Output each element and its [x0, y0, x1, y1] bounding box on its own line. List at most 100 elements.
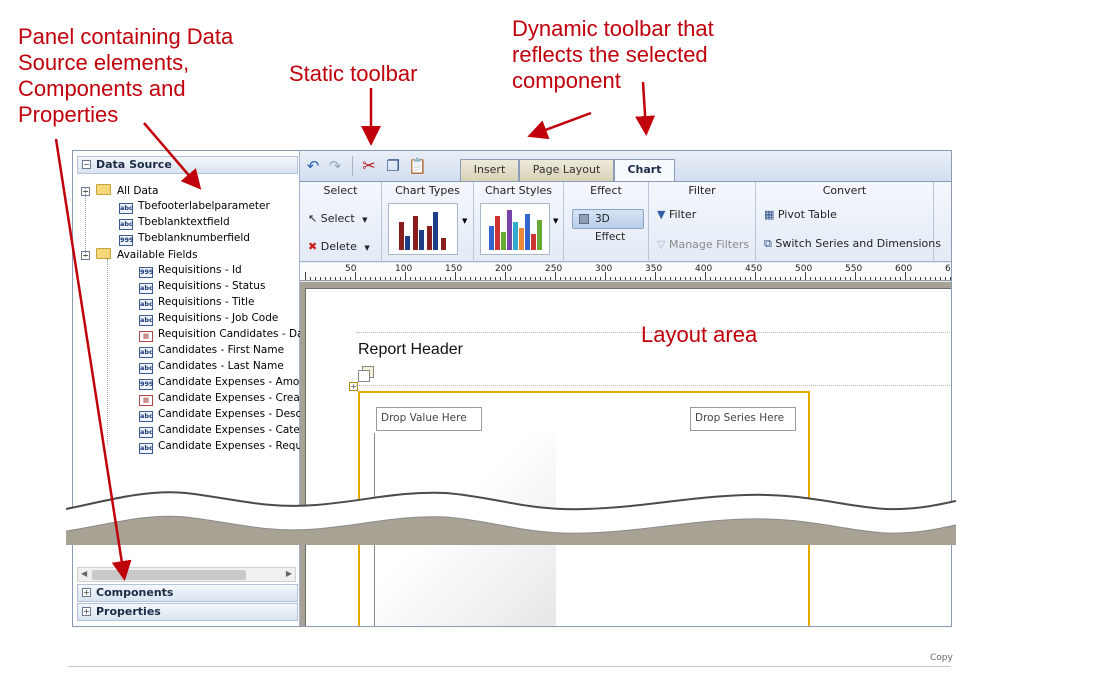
- scroll-thumb[interactable]: [92, 570, 246, 580]
- tab-chart[interactable]: Chart: [614, 159, 675, 182]
- drop-series-zone[interactable]: Drop Series Here: [690, 407, 796, 431]
- tree-item[interactable]: abc Requisitions - Title: [139, 296, 254, 312]
- components-label: Components: [96, 586, 174, 599]
- report-header-title[interactable]: Report Header: [358, 341, 463, 359]
- text-field-icon: abc: [119, 219, 133, 230]
- tree-item[interactable]: − All Data: [81, 184, 158, 200]
- tree-item[interactable]: ▦ Requisition Candidates - Da: [139, 328, 304, 344]
- tree-item[interactable]: 999 Candidate Expenses - Amou: [139, 376, 306, 392]
- delete-label: Delete: [320, 240, 357, 253]
- paste-icon[interactable]: 📋: [408, 157, 427, 175]
- select-button[interactable]: ↖ Select ▼: [308, 212, 368, 225]
- ruler-tick: [585, 277, 586, 280]
- ruler-tick: [445, 277, 446, 280]
- tree-item[interactable]: abc Candidate Expenses - Requ: [139, 440, 302, 456]
- ruler-label: 450: [745, 264, 763, 274]
- chart-types-gallery[interactable]: [388, 203, 458, 255]
- collapse-icon[interactable]: −: [82, 160, 91, 169]
- ruler-tick: [870, 277, 871, 280]
- ruler-label: 200: [495, 264, 513, 274]
- expand-icon[interactable]: +: [82, 588, 91, 597]
- components-header[interactable]: + Components: [77, 584, 298, 602]
- ruler-label: 300: [595, 264, 613, 274]
- ruler-tick: [685, 277, 686, 280]
- dropdown-arrow-icon[interactable]: ▼: [364, 244, 369, 252]
- ruler-tick: [660, 277, 661, 280]
- ruler-tick: [580, 277, 581, 280]
- arrow-to-tabs: [527, 111, 592, 140]
- tree-item[interactable]: − Available Fields: [81, 248, 198, 264]
- ruler-tick: [860, 277, 861, 280]
- ruler-tick: [915, 277, 916, 280]
- ruler-tick: [625, 277, 626, 280]
- ruler-tick: [690, 277, 691, 280]
- ruler: 50 100 150 200 250 300 350 400 450 500 550 600 6: [300, 263, 951, 281]
- delete-button[interactable]: ✖ Delete ▼: [308, 240, 370, 253]
- ruler-tick: [520, 277, 521, 280]
- tree-item[interactable]: abc Tbefooterlabelparameter: [119, 200, 270, 216]
- text-field-icon: abc: [139, 411, 153, 422]
- collapse-icon[interactable]: −: [81, 251, 90, 260]
- ruler-tick: [935, 277, 936, 280]
- redo-icon[interactable]: ↷: [326, 157, 344, 175]
- pivot-table-button[interactable]: ▦ Pivot Table: [764, 208, 837, 221]
- chart-types-dropdown-icon[interactable]: ▼: [462, 217, 467, 225]
- switch-series-label: Switch Series and Dimensions: [775, 237, 941, 250]
- ruler-tick: [825, 277, 826, 280]
- filter-button[interactable]: ▼ Filter: [657, 208, 696, 221]
- group-title-convert: Convert: [822, 184, 867, 197]
- data-source-header[interactable]: − Data Source: [77, 156, 298, 174]
- switch-series-button[interactable]: ⧉ Switch Series and Dimensions: [764, 237, 941, 251]
- horizontal-scrollbar[interactable]: ◀ ▶: [77, 567, 296, 582]
- ruler-tick: [800, 277, 801, 280]
- undo-icon[interactable]: ↶: [304, 157, 322, 175]
- ruler-tick: [305, 272, 306, 280]
- tree-item-label: Requisitions - Job Code: [158, 312, 279, 324]
- tree-item[interactable]: abc Requisitions - Status: [139, 280, 265, 296]
- group-title-select: Select: [323, 184, 358, 197]
- funnel-icon: ▼: [657, 208, 666, 221]
- collapse-icon[interactable]: −: [81, 187, 90, 196]
- tree-item[interactable]: abc Candidate Expenses - Categ: [139, 424, 307, 440]
- tab-page-layout[interactable]: Page Layout: [519, 159, 614, 181]
- data-source-label: Data Source: [96, 158, 172, 171]
- manage-filters-button[interactable]: ▽ Manage Filters: [657, 238, 749, 251]
- scroll-right-icon[interactable]: ▶: [286, 569, 292, 578]
- annotation-static-toolbar: Static toolbar: [289, 61, 418, 86]
- ruler-tick: [430, 277, 431, 280]
- cut-icon[interactable]: ✂: [360, 157, 378, 175]
- chart-styles-gallery[interactable]: [480, 203, 550, 255]
- ruler-tick: [680, 277, 681, 280]
- 3d-effect-button[interactable]: 3D Effect: [572, 209, 644, 243]
- tree-item[interactable]: abc Requisitions - Job Code: [139, 312, 278, 328]
- ruler-tick: [900, 277, 901, 280]
- properties-header[interactable]: + Properties: [77, 603, 298, 621]
- tree-item[interactable]: abc Candidates - Last Name: [139, 360, 284, 376]
- move-handle-icon[interactable]: [358, 366, 376, 384]
- ruler-tick: [925, 277, 926, 280]
- filter-label: Filter: [668, 208, 697, 221]
- text-field-icon: abc: [139, 283, 153, 294]
- group-chart-types: Chart Types ▼: [382, 182, 474, 262]
- chart-styles-dropdown-icon[interactable]: ▼: [553, 217, 558, 225]
- drop-value-zone[interactable]: Drop Value Here: [376, 407, 482, 431]
- group-filter: Filter ▼ Filter ▽ Manage Filters: [649, 182, 756, 262]
- ruler-tick: [595, 277, 596, 280]
- ruler-tick: [365, 277, 366, 280]
- scroll-left-icon[interactable]: ◀: [81, 569, 87, 578]
- annotation-dynamic-toolbar: Dynamic toolbar that reflects the select…: [512, 16, 714, 93]
- copy-icon[interactable]: ❐: [384, 157, 402, 175]
- ruler-tick: [610, 277, 611, 280]
- tree-item[interactable]: abc Candidates - First Name: [139, 344, 284, 360]
- ruler-tick: [740, 277, 741, 280]
- ruler-tick: [770, 277, 771, 280]
- tree-item[interactable]: abc Candidate Expenses - Descr: [139, 408, 306, 424]
- tree-item[interactable]: 999 Tbeblanknumberfield: [119, 232, 250, 248]
- tree-item[interactable]: ▦ Candidate Expenses - Creat: [139, 392, 304, 408]
- tab-insert[interactable]: Insert: [460, 159, 519, 181]
- resize-handle-icon[interactable]: +: [349, 382, 358, 391]
- expand-icon[interactable]: +: [82, 607, 91, 616]
- tree-item[interactable]: 999 Requisitions - Id: [139, 264, 242, 280]
- dropdown-arrow-icon[interactable]: ▼: [362, 216, 367, 224]
- tree-item[interactable]: abc Tbeblanktextfield: [119, 216, 230, 232]
